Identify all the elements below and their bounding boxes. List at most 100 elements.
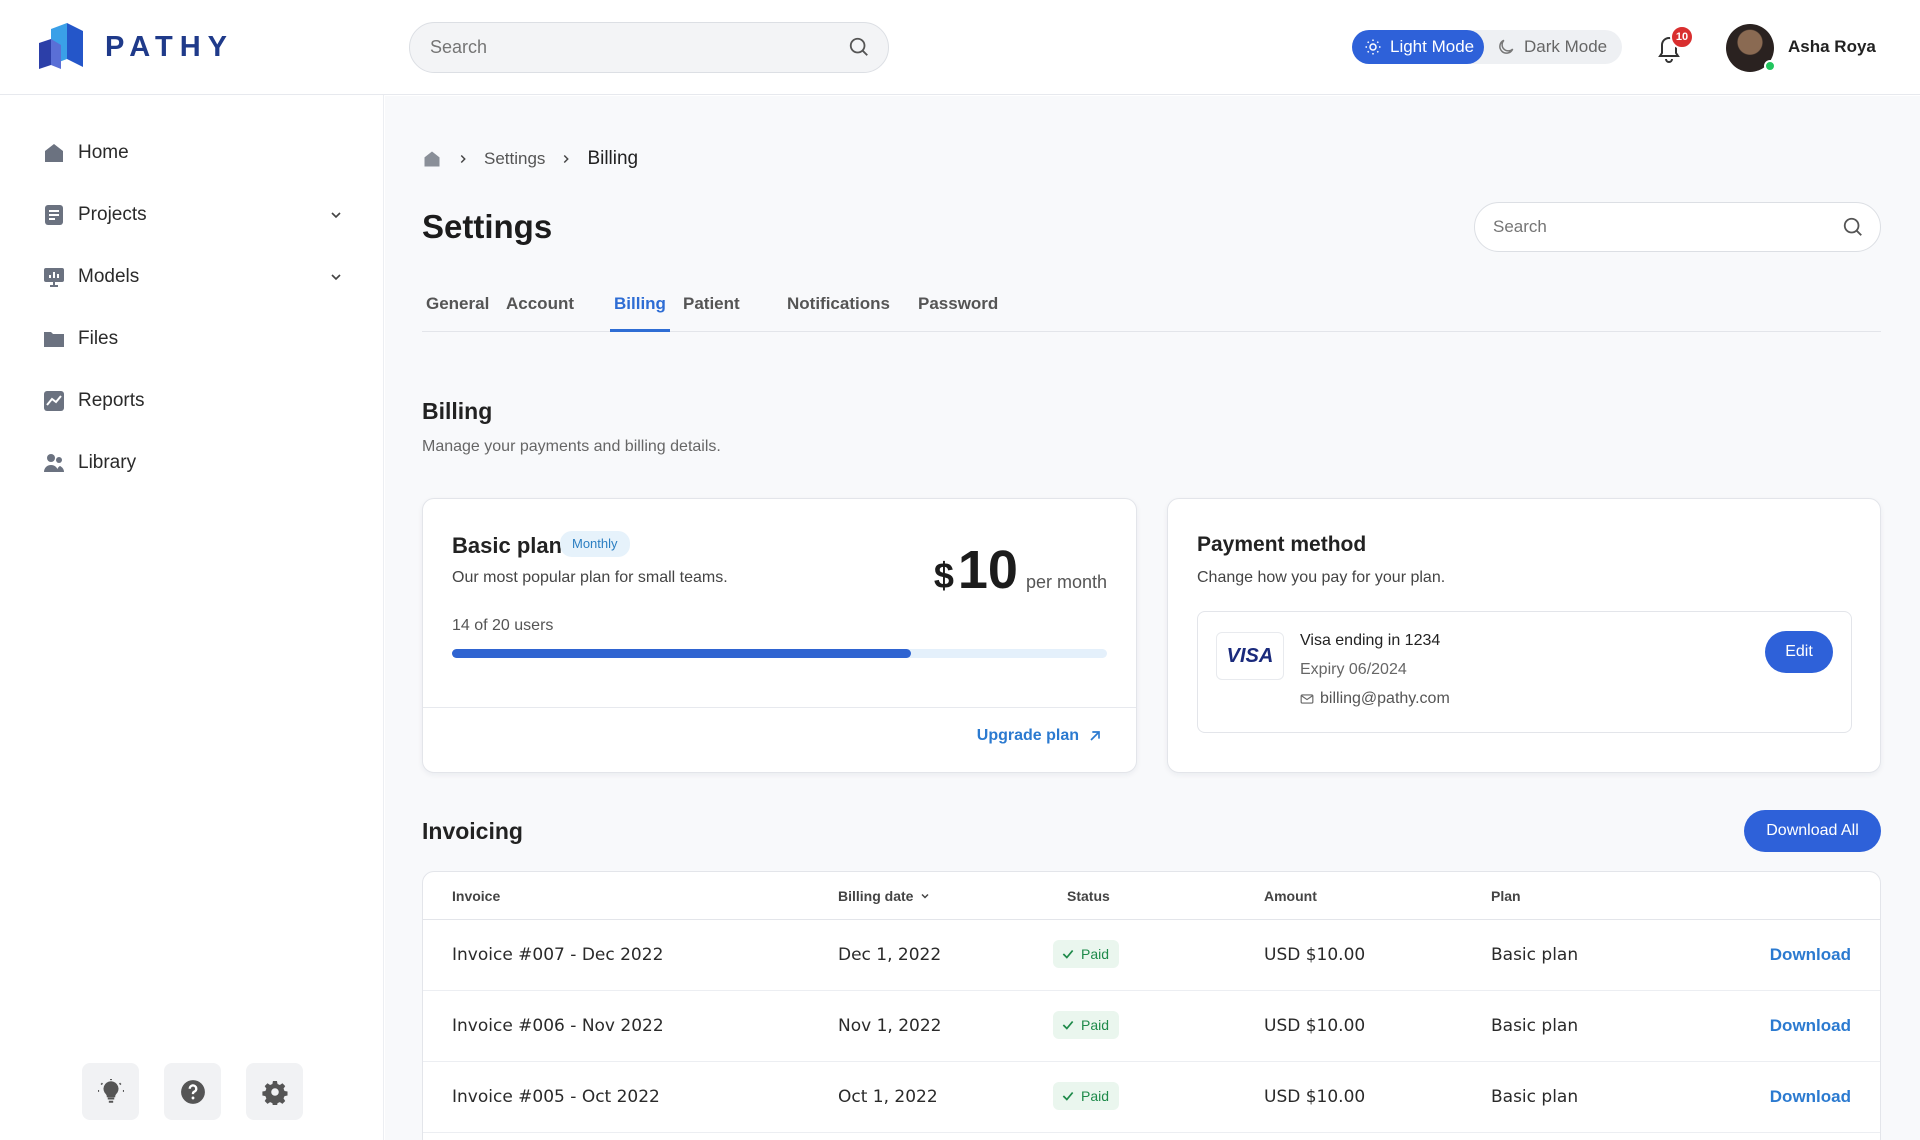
tab-general[interactable]: General [426, 294, 489, 332]
plan-period-badge: Monthly [560, 531, 630, 557]
chevron-down-icon [921, 893, 929, 899]
download-invoice-link[interactable]: Download [1770, 945, 1851, 965]
sidebar-item-home[interactable]: Home [42, 133, 342, 173]
download-invoice-link[interactable]: Download [1770, 1016, 1851, 1036]
plan-card: Basic plan Monthly Our most popular plan… [422, 498, 1137, 773]
global-search-input[interactable] [430, 23, 830, 72]
user-name[interactable]: Asha Roya [1788, 37, 1876, 57]
amount: USD $10.00 [1264, 1087, 1366, 1107]
status-text: Paid [1081, 946, 1110, 962]
column-status: Status [1067, 888, 1110, 904]
edit-payment-button[interactable]: Edit [1765, 631, 1833, 673]
sidebar-item-models[interactable]: Models [42, 257, 342, 297]
plan-description: Our most popular plan for small teams. [452, 569, 728, 586]
invoice-table: Invoice Billing date Status Amount Plan … [422, 871, 1881, 1140]
payment-method-title: Payment method [1197, 533, 1367, 556]
mail-icon [1300, 694, 1314, 704]
arrow-up-right-icon [1090, 731, 1100, 741]
search-icon[interactable] [848, 36, 870, 58]
column-billing-date-label: Billing date [838, 888, 914, 904]
light-mode-button[interactable]: Light Mode [1352, 30, 1484, 64]
presentation-icon [44, 268, 64, 287]
tips-button[interactable] [82, 1063, 139, 1120]
tab-password[interactable]: Password [918, 294, 998, 332]
invoice-name: Invoice #005 - Oct 2022 [452, 1087, 660, 1107]
plan-price: $ 10 per month [934, 543, 1107, 597]
search-icon[interactable] [1842, 216, 1864, 238]
tab-account[interactable]: Account [506, 294, 574, 332]
upgrade-plan-link[interactable]: Upgrade plan [977, 727, 1103, 745]
chevron-down-icon[interactable] [328, 269, 344, 285]
document-icon [45, 205, 63, 225]
price-currency: $ [933, 555, 954, 596]
billing-section-subtitle: Manage your payments and billing details… [422, 438, 721, 455]
main-content: Settings Billing Settings General Accoun… [385, 96, 1920, 1140]
card-ending: Visa ending in 1234 [1300, 632, 1441, 649]
divider [423, 707, 1136, 708]
breadcrumb-current: Billing [587, 148, 639, 169]
dark-mode-button[interactable]: Dark Mode [1496, 30, 1622, 64]
settings-button[interactable] [246, 1063, 303, 1120]
payment-method-subtitle: Change how you pay for your plan. [1197, 569, 1446, 586]
billing-email-text: billing@pathy.com [1320, 690, 1450, 707]
settings-search-input[interactable] [1493, 203, 1823, 251]
home-icon [45, 144, 63, 162]
sidebar-item-projects[interactable]: Projects [42, 195, 342, 235]
sidebar: Home Projects Models Files Reports Libra… [0, 95, 384, 1140]
check-icon [1062, 1091, 1074, 1101]
online-status-dot [1764, 60, 1776, 72]
sidebar-item-label: Files [78, 328, 119, 349]
saved-card: VISA Visa ending in 1234 Expiry 06/2024 … [1197, 611, 1852, 733]
billing-date: Nov 1, 2022 [838, 1016, 942, 1036]
table-row: Invoice #005 - Oct 2022 Oct 1, 2022 Paid… [423, 1062, 1880, 1133]
settings-search[interactable] [1474, 202, 1881, 252]
sidebar-item-label: Projects [78, 204, 147, 225]
pathy-logo-icon [39, 23, 83, 69]
column-invoice: Invoice [452, 888, 501, 904]
table-row: Invoice #006 - Nov 2022 Nov 1, 2022 Paid… [423, 991, 1880, 1062]
tab-billing[interactable]: Billing [610, 294, 670, 332]
help-button[interactable] [164, 1063, 221, 1120]
settings-tabs: General Account Billing Patient Notifica… [422, 294, 1881, 332]
invoicing-section-title: Invoicing [422, 818, 523, 844]
breadcrumb-settings-link[interactable]: Settings [484, 149, 545, 169]
column-billing-date[interactable]: Billing date [838, 888, 931, 904]
chevron-right-icon [564, 154, 570, 164]
sidebar-item-library[interactable]: Library [42, 443, 342, 483]
users-count-label: 14 of 20 users [452, 617, 554, 634]
lightbulb-icon [97, 1078, 124, 1103]
card-expiry: Expiry 06/2024 [1300, 661, 1407, 678]
brand-name: PATHY [105, 30, 234, 63]
billing-date: Dec 1, 2022 [838, 945, 942, 965]
sidebar-item-files[interactable]: Files [42, 319, 342, 359]
notification-count-badge: 10 [1670, 25, 1694, 49]
sidebar-item-reports[interactable]: Reports [42, 381, 342, 421]
tab-patient[interactable]: Patient [683, 294, 740, 332]
download-all-button[interactable]: Download All [1744, 810, 1881, 852]
table-header: Invoice Billing date Status Amount Plan [423, 872, 1880, 920]
column-amount: Amount [1264, 888, 1317, 904]
status-badge: Paid [1053, 940, 1120, 968]
avatar[interactable] [1726, 24, 1776, 72]
table-row: Invoice #007 - Dec 2022 Dec 1, 2022 Paid… [423, 920, 1880, 991]
invoice-name: Invoice #006 - Nov 2022 [452, 1016, 664, 1036]
column-plan: Plan [1491, 888, 1521, 904]
invoice-name: Invoice #007 - Dec 2022 [452, 945, 664, 965]
sidebar-item-label: Library [78, 452, 137, 473]
global-search[interactable] [409, 22, 889, 73]
home-icon[interactable] [422, 149, 442, 169]
sidebar-item-label: Models [78, 266, 140, 287]
tab-notifications[interactable]: Notifications [787, 294, 890, 332]
logo[interactable]: PATHY [37, 23, 234, 71]
sidebar-item-label: Reports [78, 390, 145, 411]
dark-mode-label: Dark Mode [1524, 37, 1608, 56]
status-text: Paid [1081, 1088, 1110, 1104]
download-invoice-link[interactable]: Download [1770, 1087, 1851, 1107]
breadcrumb: Settings Billing [422, 148, 638, 170]
moon-icon [1499, 39, 1514, 54]
chevron-down-icon[interactable] [328, 207, 344, 223]
status-badge: Paid [1053, 1011, 1120, 1039]
price-amount: 10 [957, 540, 1018, 600]
plan: Basic plan [1491, 945, 1579, 965]
light-mode-label: Light Mode [1390, 37, 1475, 56]
